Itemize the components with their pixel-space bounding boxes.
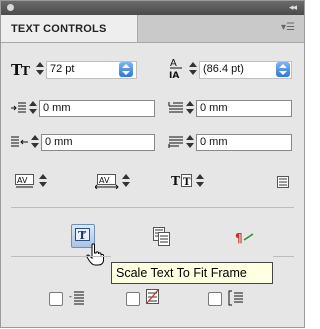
horizontal-scale-icon[interactable]: TT [171, 173, 193, 189]
kerning-stepper[interactable] [38, 174, 48, 188]
first-line-indent-field[interactable]: 0 mm [196, 100, 292, 117]
separator [11, 207, 294, 208]
leading-icon: A IA [168, 56, 186, 81]
font-size-dropdown-button[interactable] [119, 62, 133, 77]
hyphenate-icon: - [69, 290, 85, 306]
tracking-stepper[interactable] [121, 174, 131, 188]
font-size-stepper[interactable] [35, 62, 45, 76]
svg-text:T: T [183, 177, 191, 188]
svg-text:¶: ¶ [235, 231, 243, 245]
svg-text:T: T [171, 174, 180, 188]
align-to-grid-checkbox[interactable] [208, 292, 222, 306]
last-line-indent-field[interactable]: 0 mm [196, 134, 292, 151]
show-hidden-characters-icon[interactable]: ¶ [235, 230, 255, 246]
right-indent-icon [11, 135, 29, 149]
svg-text:IA: IA [169, 71, 179, 80]
left-indent-field[interactable]: 0 mm [39, 100, 155, 117]
align-to-grid-icon [228, 290, 244, 306]
no-break-checkbox[interactable] [126, 292, 140, 306]
tab-label: TEXT CONTROLS [11, 23, 107, 35]
panel-titlebar: ◂◂ [1, 1, 304, 15]
tracking-icon[interactable]: AV [94, 173, 119, 190]
no-break-icon [146, 289, 160, 305]
pointer-hand-icon [86, 243, 106, 267]
tab-text-controls[interactable]: TEXT CONTROLS [1, 15, 138, 42]
hyphenate-checkbox[interactable] [49, 292, 63, 306]
svg-text:AV: AV [99, 176, 110, 185]
last-line-indent-icon [168, 135, 184, 149]
font-size-icon: TT [11, 59, 33, 79]
first-line-indent-stepper[interactable] [185, 101, 195, 115]
svg-text:T: T [78, 229, 87, 242]
left-indent-icon [11, 101, 27, 115]
svg-text:A: A [170, 58, 177, 69]
svg-text:-: - [69, 292, 72, 301]
fit-frame-to-text-icon[interactable] [153, 227, 171, 247]
close-icon[interactable] [7, 4, 14, 11]
leading-stepper[interactable] [188, 62, 198, 76]
collapse-icon[interactable]: ◂◂ [289, 2, 297, 13]
horizontal-scale-stepper[interactable] [195, 174, 205, 188]
leading-dropdown-button[interactable] [276, 62, 290, 77]
separator [273, 256, 294, 257]
svg-text:T: T [21, 64, 30, 78]
paragraph-options-icon[interactable] [277, 175, 289, 188]
right-indent-stepper[interactable] [30, 135, 40, 149]
svg-text:AV: AV [17, 176, 28, 185]
tab-strip: TEXT CONTROLS ▾☰ [1, 15, 304, 43]
last-line-indent-stepper[interactable] [185, 135, 195, 149]
right-indent-field[interactable]: 0 mm [41, 134, 155, 151]
panel-menu-icon[interactable]: ▾☰ [281, 22, 295, 33]
first-line-indent-icon [168, 101, 184, 115]
separator [11, 256, 111, 257]
left-indent-stepper[interactable] [28, 101, 38, 115]
tooltip: Scale Text To Fit Frame [111, 262, 273, 284]
kerning-icon[interactable]: AV [15, 173, 35, 189]
